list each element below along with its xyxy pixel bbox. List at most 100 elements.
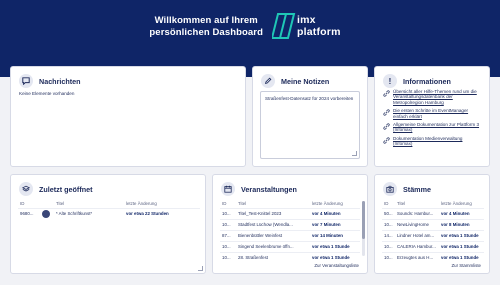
row-modified: vor etwa 1 Stunde bbox=[310, 251, 360, 263]
row-id: 14... bbox=[382, 229, 395, 241]
column-header bbox=[40, 199, 54, 208]
info-link-item[interactable]: Allgemeine Dokumentation zur Plattform 3… bbox=[383, 122, 483, 133]
veranstaltungen-table: ID Titel letzte Änderung 10... Titel_Tes… bbox=[220, 199, 360, 263]
row-modified: vor 7 Minuten bbox=[310, 218, 360, 230]
informationen-title: Informationen bbox=[403, 76, 451, 86]
row-id: 10... bbox=[220, 207, 236, 219]
camera-icon bbox=[383, 182, 397, 196]
column-header: letzte Änderung bbox=[126, 200, 157, 206]
welcome-line-1: Willkommen auf Ihrem bbox=[154, 15, 258, 26]
row-title: Titel_Test-Knittel 2023 bbox=[236, 207, 310, 219]
welcome-line-2: persönlichen Dashboard bbox=[149, 27, 263, 38]
notes-textarea[interactable]: Straßenfest-Datensatz für 2024 vorbereit… bbox=[260, 91, 360, 159]
resize-handle-icon[interactable] bbox=[352, 151, 357, 156]
veranstaltungen-title: Veranstaltungen bbox=[241, 184, 297, 194]
notizen-header: Meine Notizen bbox=[261, 73, 329, 89]
row-title: 28. Straßenfest bbox=[236, 251, 310, 263]
table-row[interactable]: 10... Singend Seelenbrume öffn... vor et… bbox=[220, 240, 360, 252]
staemme-header: Stämme bbox=[383, 181, 431, 197]
nachrichten-empty-text: Keine Elemente vorhanden bbox=[19, 91, 75, 96]
row-id: 9680... bbox=[18, 207, 40, 219]
row-modified: vor 8 Minuten bbox=[439, 218, 484, 230]
row-title: Erzeugtes aus H... bbox=[395, 251, 439, 263]
chat-icon bbox=[19, 74, 33, 88]
brand-line-2: platform bbox=[297, 26, 341, 38]
resize-handle-icon[interactable] bbox=[198, 266, 203, 271]
link-icon bbox=[383, 109, 390, 116]
brand-line-1: imx bbox=[297, 14, 316, 26]
info-link-item[interactable]: Übersicht aller Hilfe-Themen rund um die… bbox=[383, 89, 483, 105]
table-row[interactable]: 87... Bienenbüttler Weinfest vor 14 Minu… bbox=[220, 229, 360, 241]
row-id: 10... bbox=[382, 218, 395, 230]
row-title: Stadtfest Lüchow (Wendla... bbox=[236, 218, 310, 230]
info-link-label[interactable]: Allgemeine Dokumentation zur Plattform 3… bbox=[393, 122, 483, 133]
row-title: NewLivingHome bbox=[395, 218, 439, 230]
informationen-header: ! Informationen bbox=[383, 73, 451, 89]
column-header: letzte Änderung bbox=[312, 200, 343, 206]
table-row[interactable]: 10... Erzeugtes aus H... vor etwa 1 Stun… bbox=[382, 251, 484, 263]
table-header: ID Titel letzte Änderung bbox=[220, 199, 360, 208]
table-row[interactable]: 10... 28. Straßenfest vor etwa 1 Stunde bbox=[220, 251, 360, 263]
row-id: 10... bbox=[382, 251, 395, 263]
row-id: 50... bbox=[382, 207, 395, 219]
info-link-label[interactable]: Übersicht aller Hilfe-Themen rund um die… bbox=[393, 89, 483, 105]
info-link-label[interactable]: Die ersten Schritte im EventManager einf… bbox=[393, 108, 483, 119]
row-title: Bienenbüttler Weinfest bbox=[236, 229, 310, 241]
thumbnail-icon bbox=[42, 209, 50, 218]
table-row[interactable]: 10... CALERIA Hambur... vor etwa 1 Stund… bbox=[382, 240, 484, 252]
row-thumbnail-cell bbox=[40, 207, 54, 219]
table-scrollbar[interactable] bbox=[362, 201, 365, 256]
row-modified: vor 4 Minuten bbox=[310, 207, 360, 219]
link-icon bbox=[383, 123, 390, 130]
info-link-item[interactable]: Die ersten Schritte im EventManager einf… bbox=[383, 108, 483, 119]
row-modified: vor 14 Minuten bbox=[310, 229, 360, 241]
table-row[interactable]: 10... Stadtfest Lüchow (Wendla... vor 7 … bbox=[220, 218, 360, 230]
row-modified: vor 4 Minuten bbox=[439, 207, 484, 219]
notizen-title: Meine Notizen bbox=[281, 76, 330, 86]
row-title: Singend Seelenbrume öffn... bbox=[236, 240, 310, 252]
row-id: 87... bbox=[220, 229, 236, 241]
imx-logo-icon bbox=[272, 13, 296, 39]
row-title: Sounds: Hambur... bbox=[395, 207, 439, 219]
row-modified: vor etwa 1 Stunde bbox=[439, 240, 484, 252]
table-row[interactable]: 14... Lindner Hotel am... vor etwa 1 Stu… bbox=[382, 229, 484, 241]
nachrichten-header: Nachrichten bbox=[19, 73, 81, 89]
column-header: ID bbox=[20, 200, 25, 206]
scrollbar-thumb[interactable] bbox=[362, 201, 365, 239]
table-row[interactable]: 50... Sounds: Hambur... vor 4 Minuten bbox=[382, 207, 484, 219]
row-id: 10... bbox=[220, 240, 236, 252]
row-modified: vor etwa 1 Stunde bbox=[439, 251, 484, 263]
link-icon bbox=[383, 137, 390, 144]
notizen-card: Meine Notizen Straßenfest-Datensatz für … bbox=[252, 66, 368, 167]
info-icon: ! bbox=[383, 74, 397, 88]
info-link-label[interactable]: Dokumentation Medienverwaltung (Infomax) bbox=[393, 136, 483, 147]
calendar-icon bbox=[221, 182, 235, 196]
zuletzt-card: Zuletzt geöffnet ID Titel letzte Änderun… bbox=[10, 174, 206, 274]
column-header: letzte Änderung bbox=[441, 200, 472, 206]
informationen-card: ! Informationen Übersicht aller Hilfe-Th… bbox=[374, 66, 490, 167]
staemme-title: Stämme bbox=[403, 184, 431, 194]
brand-name: imx platform bbox=[297, 14, 341, 38]
table-row[interactable]: 9680... * Alte Schriftkunst* vor etwa 22… bbox=[18, 207, 200, 219]
veranstaltungsliste-link[interactable]: Zur Veranstaltungsliste bbox=[314, 263, 359, 268]
table-row[interactable]: 10... NewLivingHome vor 8 Minuten bbox=[382, 218, 484, 230]
veranstaltungen-card: Veranstaltungen ID Titel letzte Änderung… bbox=[212, 174, 368, 274]
column-header: Titel bbox=[238, 200, 247, 206]
stack-icon bbox=[19, 182, 33, 196]
column-header: ID bbox=[384, 200, 389, 206]
staemme-table: ID Titel letzte Änderung 50... Sounds: H… bbox=[382, 199, 484, 263]
nachrichten-card: Nachrichten Keine Elemente vorhanden bbox=[10, 66, 246, 167]
table-header: ID Titel letzte Änderung bbox=[382, 199, 484, 208]
notes-text: Straßenfest-Datensatz für 2024 vorbereit… bbox=[265, 96, 354, 101]
table-row[interactable]: 10... Titel_Test-Knittel 2023 vor 4 Minu… bbox=[220, 207, 360, 219]
info-link-list: Übersicht aller Hilfe-Themen rund um die… bbox=[383, 89, 483, 150]
info-link-item[interactable]: Dokumentation Medienverwaltung (Infomax) bbox=[383, 136, 483, 147]
row-modified: vor etwa 22 Stunden bbox=[124, 207, 200, 219]
stammliste-link[interactable]: Zur Stammliste bbox=[451, 263, 481, 268]
column-header: ID bbox=[222, 200, 227, 206]
nachrichten-title: Nachrichten bbox=[39, 76, 81, 86]
welcome-text: Willkommen auf Ihrem persönlichen Dashbo… bbox=[149, 15, 263, 39]
column-header: Titel bbox=[56, 200, 65, 206]
row-id: 10... bbox=[382, 240, 395, 252]
column-header: Titel bbox=[397, 200, 406, 206]
